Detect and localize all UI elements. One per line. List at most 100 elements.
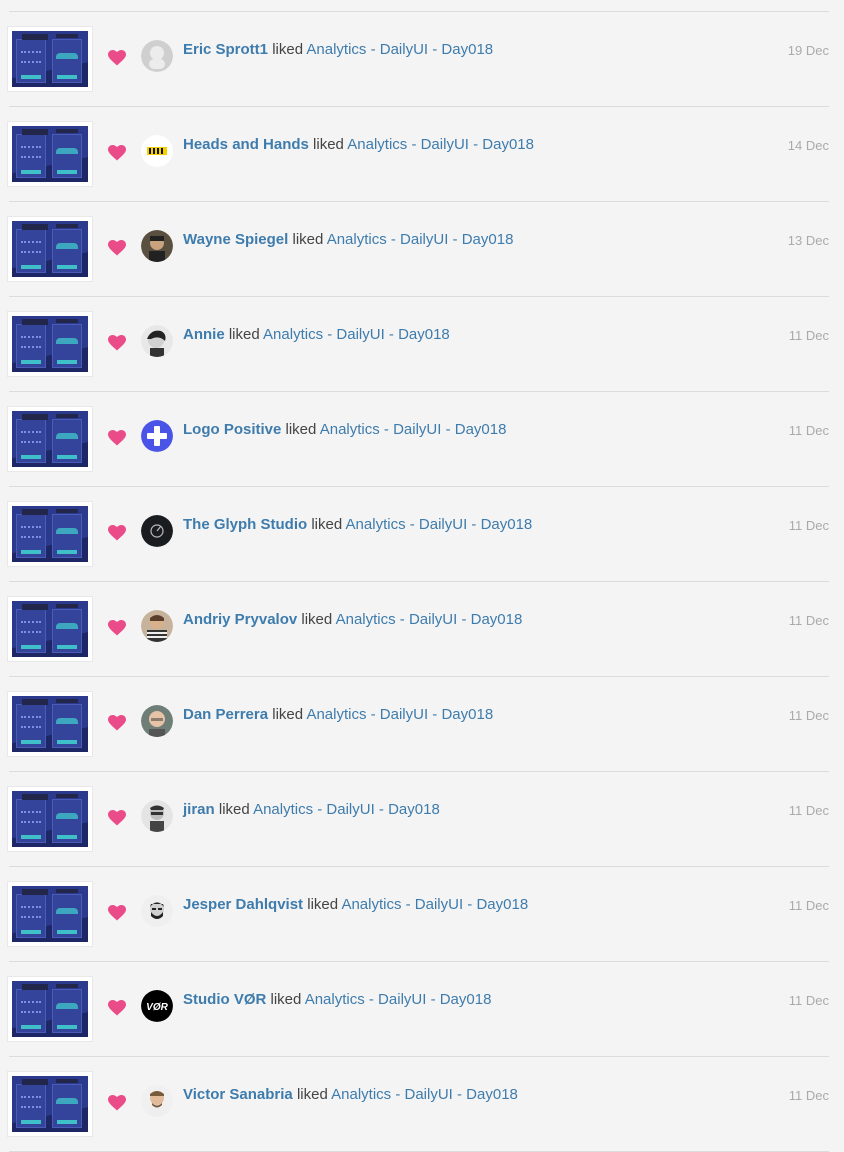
user-link[interactable]: The Glyph Studio — [183, 516, 307, 533]
action-text: liked — [228, 326, 260, 343]
shot-thumbnail[interactable] — [8, 27, 92, 91]
avatar[interactable] — [141, 895, 173, 927]
activity-text: Logo Positive liked Analytics - DailyUI … — [183, 421, 506, 439]
activity-text: Studio VØR liked Analytics - DailyUI - D… — [183, 991, 491, 1009]
action-text: liked — [311, 516, 343, 533]
user-link[interactable]: Heads and Hands — [183, 136, 309, 153]
user-link[interactable]: Eric Sprott1 — [183, 41, 268, 58]
activity-date: 11 Dec — [788, 803, 829, 818]
activity-row: Andriy Pryvalov liked Analytics - DailyU… — [0, 582, 844, 677]
shot-link[interactable]: Analytics - DailyUI - Day018 — [331, 1086, 518, 1103]
activity-text: The Glyph Studio liked Analytics - Daily… — [183, 516, 532, 534]
heart-icon — [108, 1000, 126, 1016]
shot-preview-image — [12, 601, 88, 657]
shot-preview-image — [12, 31, 88, 87]
activity-text: jiran liked Analytics - DailyUI - Day018 — [183, 801, 440, 819]
shot-thumbnail[interactable] — [8, 122, 92, 186]
shot-thumbnail[interactable] — [8, 312, 92, 376]
activity-date: 11 Dec — [788, 423, 829, 438]
shot-thumbnail[interactable] — [8, 882, 92, 946]
activity-date: 11 Dec — [788, 518, 829, 533]
shot-link[interactable]: Analytics - DailyUI - Day018 — [306, 41, 493, 58]
shot-link[interactable]: Analytics - DailyUI - Day018 — [347, 136, 534, 153]
action-text: liked — [272, 706, 304, 723]
action-text: liked — [313, 136, 344, 153]
shot-link[interactable]: Analytics - DailyUI - Day018 — [253, 801, 440, 818]
heart-icon — [108, 905, 126, 921]
shot-link[interactable]: Analytics - DailyUI - Day018 — [341, 896, 528, 913]
heart-icon — [108, 240, 126, 256]
action-text: liked — [301, 611, 333, 628]
svg-text:VØR: VØR — [146, 1002, 168, 1013]
avatar[interactable] — [141, 230, 173, 262]
avatar[interactable] — [141, 800, 173, 832]
activity-row: Jesper Dahlqvist liked Analytics - Daily… — [0, 867, 844, 962]
action-text: liked — [218, 801, 250, 818]
shot-thumbnail[interactable] — [8, 977, 92, 1041]
activity-row: Logo Positive liked Analytics - DailyUI … — [0, 392, 844, 487]
shot-link[interactable]: Analytics - DailyUI - Day018 — [320, 421, 507, 438]
shot-thumbnail[interactable] — [8, 407, 92, 471]
shot-thumbnail[interactable] — [8, 502, 92, 566]
activity-row: jiran liked Analytics - DailyUI - Day018… — [0, 772, 844, 867]
activity-row: VØR Studio VØR liked Analytics - DailyUI … — [0, 962, 844, 1057]
activity-row: Annie liked Analytics - DailyUI - Day018… — [0, 297, 844, 392]
action-text: liked — [270, 991, 302, 1008]
avatar[interactable] — [141, 40, 173, 72]
heart-icon — [108, 810, 126, 826]
activity-feed: Eric Sprott1 liked Analytics - DailyUI -… — [0, 0, 844, 1152]
heart-icon — [108, 430, 126, 446]
user-link[interactable]: Logo Positive — [183, 421, 281, 438]
shot-preview-image — [12, 696, 88, 752]
shot-thumbnail[interactable] — [8, 217, 92, 281]
activity-row: Victor Sanabria liked Analytics - DailyU… — [0, 1057, 844, 1152]
shot-thumbnail[interactable] — [8, 1072, 92, 1136]
shot-link[interactable]: Analytics - DailyUI - Day018 — [263, 326, 450, 343]
activity-text: Jesper Dahlqvist liked Analytics - Daily… — [183, 896, 528, 914]
avatar[interactable] — [141, 705, 173, 737]
activity-date: 11 Dec — [788, 993, 829, 1008]
avatar[interactable] — [141, 135, 173, 167]
action-text: liked — [285, 421, 317, 438]
activity-date: 19 Dec — [787, 43, 829, 58]
activity-text: Andriy Pryvalov liked Analytics - DailyU… — [183, 611, 522, 629]
activity-date: 14 Dec — [787, 138, 829, 153]
avatar[interactable] — [141, 1085, 173, 1117]
activity-date: 13 Dec — [787, 233, 829, 248]
user-link[interactable]: Studio VØR — [183, 991, 266, 1008]
activity-text: Eric Sprott1 liked Analytics - DailyUI -… — [183, 41, 493, 59]
avatar[interactable]: VØR — [141, 990, 173, 1022]
shot-preview-image — [12, 791, 88, 847]
shot-thumbnail[interactable] — [8, 787, 92, 851]
user-link[interactable]: Wayne Spiegel — [183, 231, 288, 248]
shot-preview-image — [12, 886, 88, 942]
avatar[interactable] — [141, 325, 173, 357]
shot-preview-image — [12, 981, 88, 1037]
shot-link[interactable]: Analytics - DailyUI - Day018 — [306, 706, 493, 723]
avatar[interactable] — [141, 515, 173, 547]
avatar[interactable] — [141, 420, 173, 452]
shot-link[interactable]: Analytics - DailyUI - Day018 — [327, 231, 514, 248]
activity-date: 11 Dec — [788, 898, 829, 913]
shot-preview-image — [12, 126, 88, 182]
user-link[interactable]: Jesper Dahlqvist — [183, 896, 303, 913]
heart-icon — [108, 620, 126, 636]
shot-link[interactable]: Analytics - DailyUI - Day018 — [346, 516, 533, 533]
action-text: liked — [296, 1086, 328, 1103]
shot-preview-image — [12, 1076, 88, 1132]
shot-thumbnail[interactable] — [8, 692, 92, 756]
shot-link[interactable]: Analytics - DailyUI - Day018 — [336, 611, 523, 628]
action-text: liked — [292, 231, 324, 248]
activity-row: Heads and Hands liked Analytics - DailyU… — [0, 107, 844, 202]
user-link[interactable]: Andriy Pryvalov — [183, 611, 297, 628]
user-link[interactable]: Dan Perrera — [183, 706, 268, 723]
user-link[interactable]: Victor Sanabria — [183, 1086, 293, 1103]
shot-link[interactable]: Analytics - DailyUI - Day018 — [305, 991, 492, 1008]
user-link[interactable]: jiran — [183, 801, 215, 818]
shot-preview-image — [12, 316, 88, 372]
activity-date: 11 Dec — [788, 613, 829, 628]
shot-preview-image — [12, 221, 88, 277]
shot-thumbnail[interactable] — [8, 597, 92, 661]
user-link[interactable]: Annie — [183, 326, 225, 343]
avatar[interactable] — [141, 610, 173, 642]
